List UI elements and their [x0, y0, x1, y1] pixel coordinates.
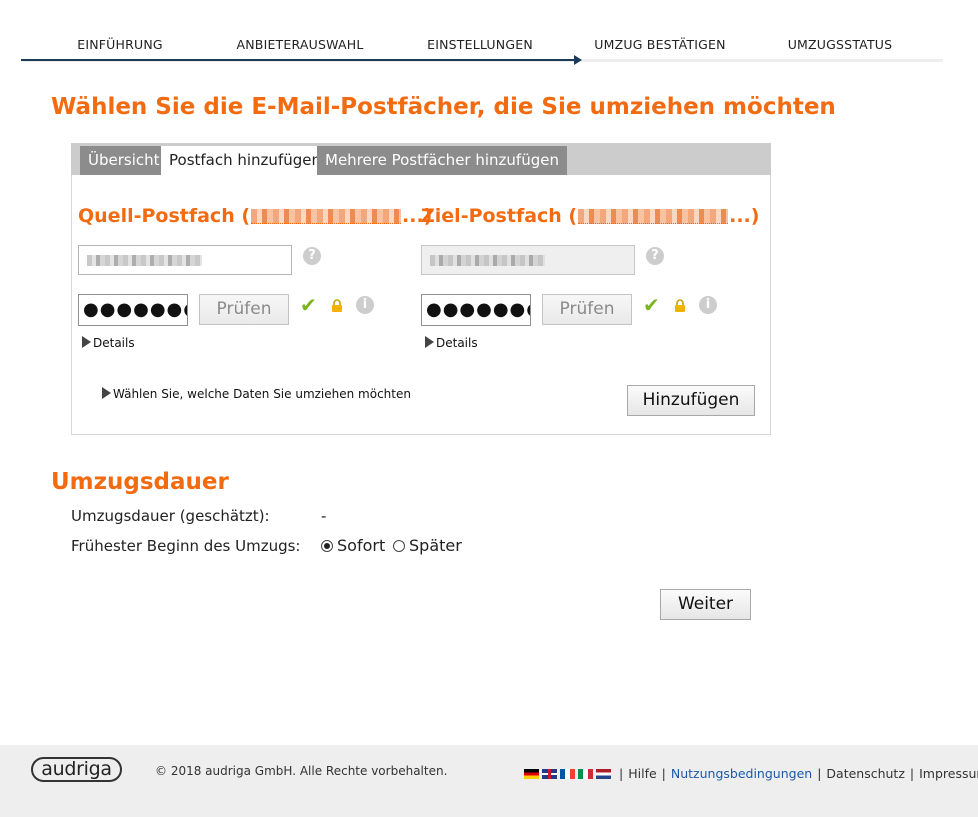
step-umzugsstatus: UMZUGSSTATUS [787, 37, 893, 52]
redacted-username [430, 255, 545, 266]
add-button[interactable]: Hinzufügen [627, 385, 755, 416]
target-lock-icon [675, 299, 685, 312]
target-info-icon[interactable]: i [699, 296, 717, 314]
target-valid-checkmark-icon: ✔ [643, 293, 660, 317]
target-username-input [421, 245, 635, 275]
flag-de-icon[interactable] [524, 769, 539, 779]
step-umzug-bestaetigen: UMZUG BESTÄTIGEN [594, 37, 726, 52]
tab-postfach-hinzufuegen[interactable]: Postfach hinzufügen [161, 146, 329, 175]
source-lock-icon [332, 299, 342, 312]
expand-arrow-icon [102, 387, 111, 399]
tab-bar: Übersicht Postfach hinzufügen Mehrere Po… [71, 143, 771, 175]
tab-mehrere-postfaecher[interactable]: Mehrere Postfächer hinzufügen [317, 146, 567, 175]
audriga-logo[interactable]: audriga [31, 757, 122, 782]
expand-arrow-icon [425, 336, 434, 348]
tab-uebersicht[interactable]: Übersicht [80, 146, 168, 175]
radio-unselected-icon [393, 540, 405, 552]
target-details-toggle[interactable]: Details [425, 336, 478, 350]
step-einstellungen[interactable]: EINSTELLUNGEN [427, 37, 533, 52]
flag-gb-icon[interactable] [542, 769, 557, 779]
data-selection-toggle[interactable]: Wählen Sie, welche Daten Sie umziehen mö… [102, 387, 411, 401]
divider: | [661, 766, 666, 781]
redacted-source-address [251, 209, 402, 224]
source-valid-checkmark-icon: ✔ [300, 293, 317, 317]
add-mailbox-panel: Quell-Postfach (...) ? ●●●●●●●●● Prüfen … [71, 175, 771, 435]
next-button[interactable]: Weiter [660, 589, 751, 620]
wizard-steps: EINFÜHRUNG ANBIETERAUSWAHL EINSTELLUNGEN… [21, 30, 943, 65]
target-help-icon[interactable]: ? [646, 247, 664, 265]
flag-fr-icon[interactable] [560, 769, 575, 779]
target-check-button[interactable]: Prüfen [542, 294, 632, 325]
source-mailbox-title: Quell-Postfach (...) [78, 205, 433, 227]
divider: | [909, 766, 915, 781]
earliest-start-label: Frühester Beginn des Umzugs: [71, 537, 301, 555]
source-help-icon[interactable]: ? [303, 247, 321, 265]
divider: | [619, 766, 624, 781]
link-impressum[interactable]: Impressum [919, 766, 978, 781]
source-check-button[interactable]: Prüfen [199, 294, 289, 325]
footer-links: | Hilfe | Nutzungsbedingungen | Datenschutz | I… [524, 766, 978, 781]
radio-selected-icon [321, 540, 333, 552]
flag-it-icon[interactable] [578, 769, 593, 779]
target-mailbox-title: Ziel-Postfach (...) [421, 205, 760, 227]
expand-arrow-icon [82, 336, 91, 348]
source-password-input[interactable]: ●●●●●●●●● [78, 294, 188, 326]
copyright-text: © 2018 audriga GmbH. Alle Rechte vorbeha… [155, 764, 448, 778]
page-title: Wählen Sie die E-Mail-Postfächer, die Si… [51, 94, 836, 120]
duration-section-title: Umzugsdauer [51, 469, 229, 495]
target-password-input[interactable]: ●●●●●●●●● [421, 294, 531, 326]
redacted-username [87, 255, 202, 266]
link-hilfe[interactable]: Hilfe [628, 766, 656, 781]
progress-arrow-icon [574, 55, 582, 65]
flag-nl-icon[interactable] [596, 769, 611, 779]
progress-bar [21, 59, 577, 61]
divider: | [817, 766, 822, 781]
radio-sofort[interactable]: Sofort [321, 536, 385, 555]
redacted-target-address [578, 209, 729, 224]
link-datenschutz[interactable]: Datenschutz [826, 766, 905, 781]
step-anbieterauswahl[interactable]: ANBIETERAUSWAHL [237, 37, 364, 52]
source-info-icon[interactable]: i [356, 296, 374, 314]
radio-spaeter[interactable]: Später [393, 536, 462, 555]
source-details-toggle[interactable]: Details [82, 336, 135, 350]
estimated-duration-label: Umzugsdauer (geschätzt): [71, 507, 270, 525]
link-nutzungsbedingungen[interactable]: Nutzungsbedingungen [671, 766, 812, 781]
source-username-input[interactable] [78, 245, 292, 275]
footer: audriga © 2018 audriga GmbH. Alle Rechte… [0, 745, 978, 817]
step-einfuehrung[interactable]: EINFÜHRUNG [77, 37, 163, 52]
estimated-duration-value: - [321, 507, 327, 525]
